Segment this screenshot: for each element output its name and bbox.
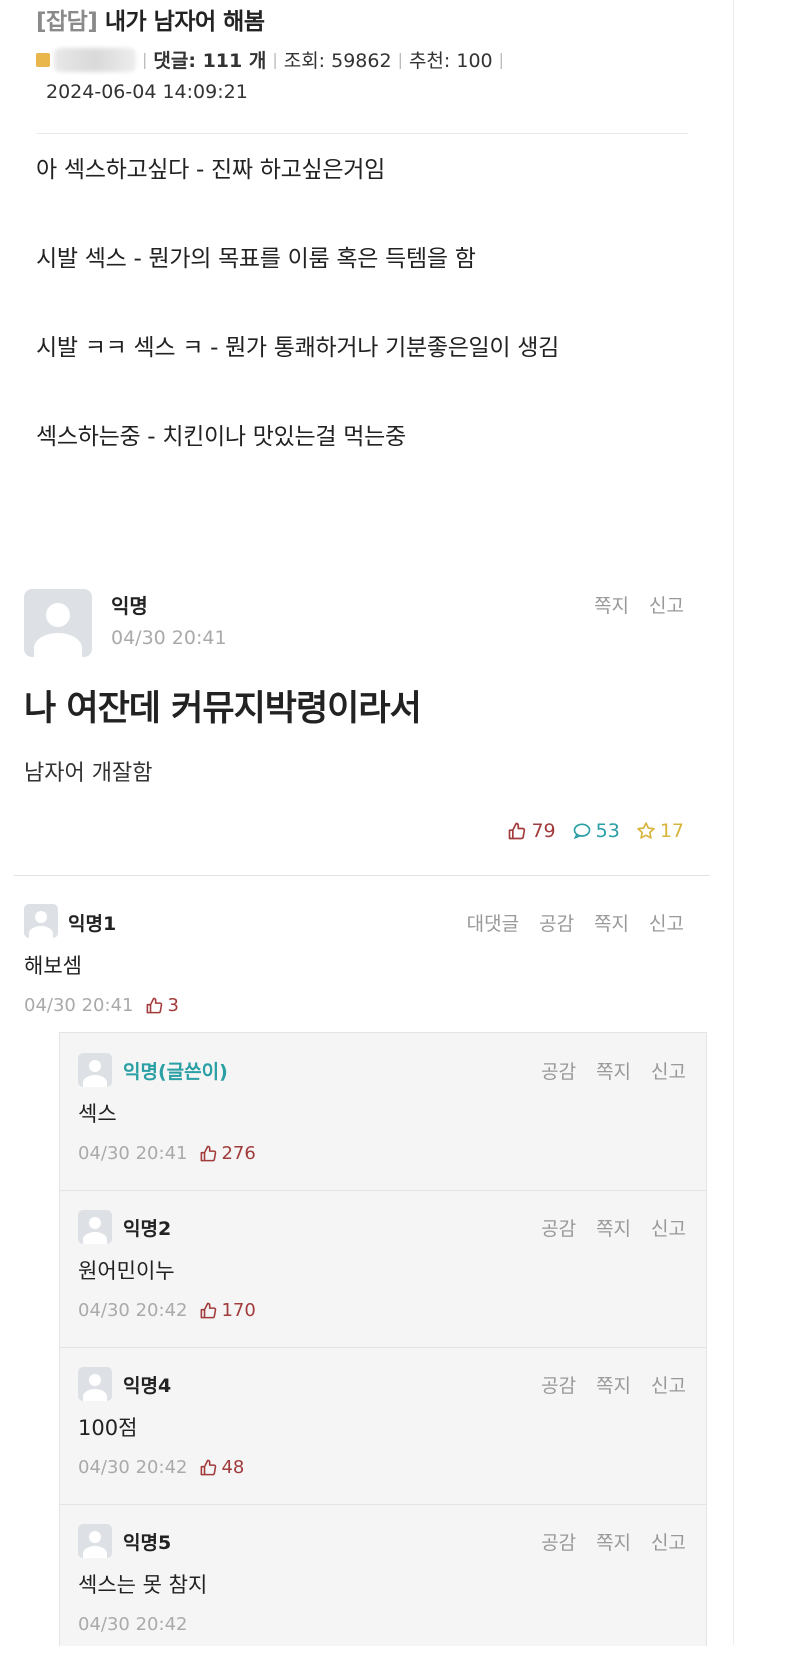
reply-time: 04/30 20:42 [78, 1614, 188, 1635]
like-stat[interactable]: 79 [507, 820, 556, 842]
post-datetime: 2024-06-04 14:09:21 [46, 81, 248, 103]
main-comment-author[interactable]: 익명 [111, 590, 148, 619]
comment-count: 댓글: 111 개 [153, 50, 267, 72]
comment-footer: 04/30 20:41 3 [24, 995, 179, 1016]
reply-text: 100점 [78, 1416, 138, 1440]
default-avatar-icon [24, 904, 58, 938]
reply-time: 04/30 20:42 [78, 1457, 188, 1478]
reply-item: 익명5 공감 쪽지 신고 섹스는 못 참지 04/30 20:42 [60, 1504, 706, 1661]
thumbs-up-icon [201, 1302, 217, 1319]
view-count: 조회: 59862 [283, 50, 392, 72]
reply-time: 04/30 20:42 [78, 1300, 188, 1321]
author-name-blurred[interactable] [54, 47, 136, 72]
reply-footer: 04/30 20:42 [78, 1614, 187, 1635]
reply-author[interactable]: 익명2 [123, 1214, 171, 1241]
message-button[interactable]: 쪽지 [596, 1532, 631, 1554]
comment-actions: 대댓글 공감 쪽지 신고 [447, 909, 684, 936]
reply-time: 04/30 20:41 [78, 1143, 188, 1164]
report-button[interactable]: 신고 [651, 1375, 686, 1397]
reply-likes: 170 [199, 1300, 256, 1321]
thumbs-up-icon [147, 997, 163, 1014]
thumbs-up-icon [509, 822, 526, 840]
scrap-stat[interactable]: 17 [636, 820, 684, 842]
reply-item: 익명(글쓴이) 공감 쪽지 신고 섹스 04/30 20:41 276 [60, 1033, 706, 1191]
like-button[interactable]: 공감 [541, 1218, 576, 1240]
reply-actions: 공감 쪽지 신고 [521, 1057, 686, 1084]
report-button[interactable]: 신고 [651, 1532, 686, 1554]
default-avatar-icon [78, 1210, 112, 1244]
comment-stat[interactable]: 53 [572, 820, 620, 842]
star-icon [637, 822, 655, 839]
reply-item: 익명2 공감 쪽지 신고 원어민이누 04/30 20:42 170 [60, 1190, 706, 1348]
reply-text: 섹스 [78, 1102, 117, 1126]
comment-text: 해보셈 [24, 954, 82, 978]
like-button[interactable]: 공감 [541, 1532, 576, 1554]
report-button[interactable]: 신고 [649, 595, 684, 617]
comment-author[interactable]: 익명1 [68, 909, 116, 936]
message-button[interactable]: 쪽지 [596, 1375, 631, 1397]
comment-time: 04/30 20:41 [24, 995, 134, 1016]
report-button[interactable]: 신고 [651, 1061, 686, 1083]
main-comment-time: 04/30 20:41 [111, 627, 227, 649]
post-title-text: 내가 남자어 해봄 [104, 9, 265, 35]
recommend-count: 추천: 100 [408, 50, 493, 72]
reply-text: 원어민이누 [78, 1259, 175, 1283]
message-button[interactable]: 쪽지 [596, 1218, 631, 1240]
reply-footer: 04/30 20:42 170 [78, 1300, 256, 1321]
post-header: [잡담] 내가 남자어 해봄 | 댓글: 111 개 | 조회: 59862 |… [36, 2, 688, 103]
reply-actions: 공감 쪽지 신고 [521, 1214, 686, 1241]
right-divider [733, 0, 734, 1645]
default-avatar-icon [78, 1367, 112, 1401]
main-comment-actions: 쪽지 신고 [574, 591, 684, 618]
main-comment-title: 나 여잔데 커뮤지박령이라서 [24, 689, 422, 729]
reply-button[interactable]: 대댓글 [467, 913, 519, 935]
reply-author[interactable]: 익명5 [123, 1528, 171, 1555]
post-meta: | 댓글: 111 개 | 조회: 59862 | 추천: 100 | [36, 46, 688, 73]
reply-footer: 04/30 20:41 276 [78, 1143, 256, 1164]
post-category: [잡담] [36, 9, 98, 35]
reply-actions: 공감 쪽지 신고 [521, 1371, 686, 1398]
reply-likes: 276 [199, 1143, 256, 1164]
divider [14, 875, 710, 876]
body-line: 시발 섹스 - 뭔가의 목표를 이룸 혹은 득템을 함 [36, 246, 476, 272]
message-button[interactable]: 쪽지 [594, 913, 629, 935]
thumbs-up-icon [201, 1459, 217, 1476]
report-button[interactable]: 신고 [649, 913, 684, 935]
reply-actions: 공감 쪽지 신고 [521, 1528, 686, 1555]
message-button[interactable]: 쪽지 [596, 1061, 631, 1083]
main-comment-text: 남자어 개잘함 [24, 761, 153, 786]
thumbs-up-icon [201, 1145, 217, 1162]
like-button[interactable]: 공감 [541, 1375, 576, 1397]
body-line: 시발 ㅋㅋ 섹스 ㅋ - 뭔가 통쾌하거나 기분좋은일이 생김 [36, 335, 560, 361]
reply-author[interactable]: 익명(글쓴이) [123, 1057, 228, 1084]
comment-likes: 3 [145, 995, 179, 1016]
reply-text: 섹스는 못 참지 [78, 1573, 208, 1597]
report-button[interactable]: 신고 [651, 1218, 686, 1240]
post-title: [잡담] 내가 남자어 해봄 [36, 2, 688, 36]
comment-bubble-icon [573, 823, 590, 840]
post-body: 아 섹스하고싶다 - 진짜 하고싶은거임 시발 섹스 - 뭔가의 목표를 이룸 … [36, 155, 559, 511]
default-avatar-icon [78, 1524, 112, 1558]
reply-list: 익명(글쓴이) 공감 쪽지 신고 섹스 04/30 20:41 276 익명2 공감… [59, 1032, 707, 1646]
reply-author[interactable]: 익명4 [123, 1371, 171, 1398]
like-button[interactable]: 공감 [541, 1061, 576, 1083]
divider [36, 133, 688, 134]
main-comment-stats: 79 53 17 [491, 820, 684, 842]
reply-footer: 04/30 20:42 48 [78, 1457, 244, 1478]
body-line: 섹스하는중 - 치킨이나 맛있는걸 먹는중 [36, 424, 406, 450]
rank-badge-icon [36, 52, 50, 67]
reply-item: 익명4 공감 쪽지 신고 100점 04/30 20:42 48 [60, 1347, 706, 1505]
message-button[interactable]: 쪽지 [594, 595, 629, 617]
default-avatar-icon [78, 1053, 112, 1087]
like-button[interactable]: 공감 [539, 913, 574, 935]
reply-likes: 48 [199, 1457, 244, 1478]
default-avatar-icon [24, 589, 92, 657]
body-line: 아 섹스하고싶다 - 진짜 하고싶은거임 [36, 157, 385, 183]
